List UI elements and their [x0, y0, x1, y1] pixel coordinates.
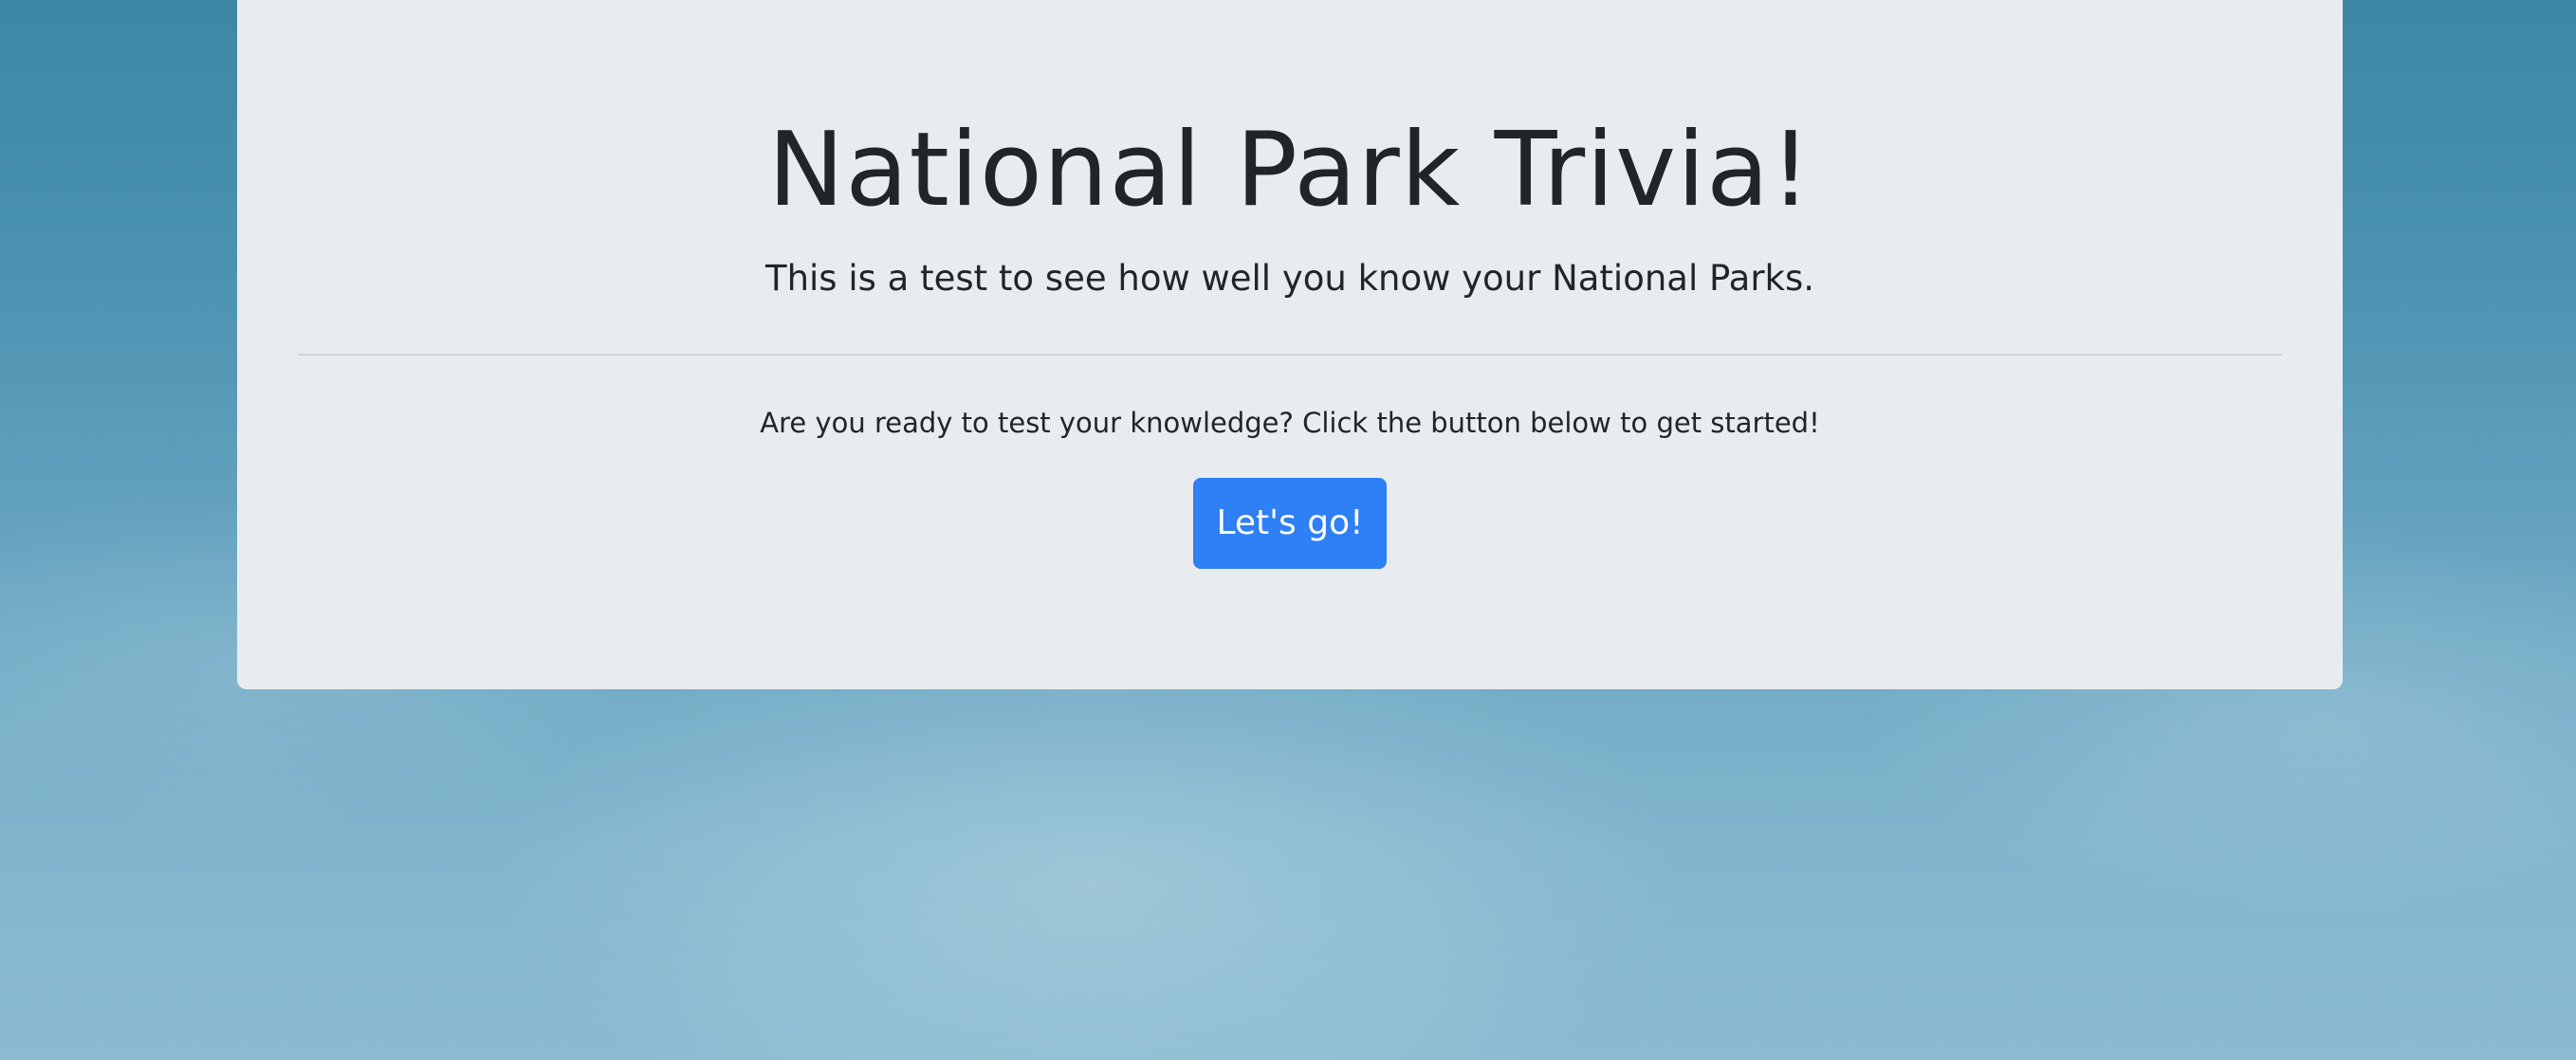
start-prompt: Are you ready to test your knowledge? Cl… — [760, 407, 1820, 439]
start-quiz-button[interactable]: Let's go! — [1193, 478, 1387, 569]
divider — [298, 354, 2282, 356]
page-subtitle: This is a test to see how well you know … — [764, 258, 1815, 299]
page-title: National Park Trivia! — [767, 111, 1812, 229]
intro-panel: National Park Trivia! This is a test to … — [237, 0, 2343, 689]
